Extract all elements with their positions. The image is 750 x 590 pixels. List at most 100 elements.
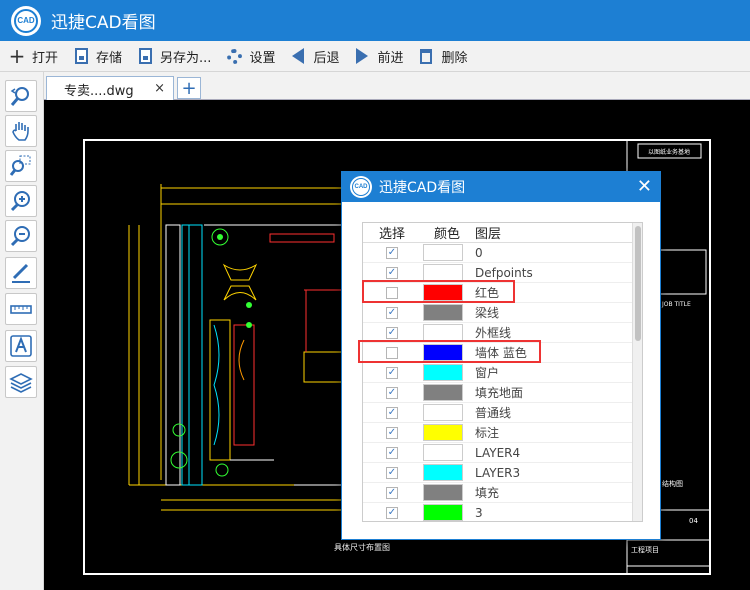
layer-color-swatch[interactable] — [423, 484, 463, 501]
layer-checkbox-cell: ✓ — [363, 266, 421, 279]
zoom-out-tool[interactable] — [5, 220, 37, 252]
checked-checkbox[interactable]: ✓ — [386, 486, 398, 499]
layer-color-cell — [421, 384, 471, 401]
dialog-logo-text: CAD — [352, 178, 370, 196]
main-toolbar: + 打开 存储 另存为... 设置 后退 前进 删除 — [0, 41, 750, 72]
layer-row[interactable]: ✓ 填充 — [363, 483, 642, 503]
measure-icon — [10, 305, 32, 314]
layer-color-swatch[interactable] — [423, 244, 463, 261]
layer-name: 红色 — [475, 286, 500, 300]
block-title-1: 结构图 — [662, 479, 683, 488]
layers-icon — [9, 373, 33, 393]
layers-tool[interactable] — [5, 366, 37, 398]
checked-checkbox[interactable]: ✓ — [386, 506, 398, 519]
layer-color-swatch[interactable] — [423, 444, 463, 461]
checked-checkbox[interactable]: ✓ — [386, 426, 398, 439]
layer-color-swatch[interactable] — [423, 464, 463, 481]
app-logo-text: CAD — [14, 8, 38, 33]
unchecked-checkbox[interactable] — [386, 346, 398, 359]
pen-tool[interactable] — [5, 257, 37, 289]
layer-row[interactable]: ✓ 外框线 — [363, 323, 642, 343]
layer-color-cell — [421, 324, 471, 341]
checked-checkbox[interactable]: ✓ — [386, 306, 398, 319]
layer-name: 普通线 — [475, 406, 512, 420]
layer-name: 标注 — [475, 426, 500, 440]
layer-name: Defpoints — [475, 265, 533, 280]
layer-row[interactable]: ✓ 填充地面 — [363, 383, 642, 403]
open-button[interactable]: + 打开 — [8, 44, 58, 68]
zoom-window-icon — [9, 155, 31, 176]
text-tool[interactable] — [5, 330, 37, 362]
layer-checkbox-cell: ✓ — [363, 386, 421, 399]
save-as-label: 另存为... — [160, 50, 212, 66]
checked-checkbox[interactable]: ✓ — [386, 266, 398, 279]
layer-color-cell — [421, 484, 471, 501]
rotate-zoom-tool[interactable] — [5, 80, 37, 112]
add-tab-button[interactable]: + — [177, 77, 201, 99]
checked-checkbox[interactable]: ✓ — [386, 246, 398, 259]
layer-color-swatch[interactable] — [423, 264, 463, 281]
layer-row[interactable]: ✓ 3 — [363, 503, 642, 521]
plus-icon: + — [8, 44, 26, 68]
layer-color-swatch[interactable] — [423, 384, 463, 401]
layer-checkbox-cell — [363, 286, 421, 299]
checked-checkbox[interactable]: ✓ — [386, 386, 398, 399]
save-button[interactable]: 存储 — [72, 44, 122, 68]
drawing-caption: 具体尺寸布置图 — [334, 542, 390, 552]
zoom-in-tool[interactable] — [5, 185, 37, 217]
zoom-out-icon — [10, 226, 30, 247]
rotate-zoom-icon — [10, 87, 29, 106]
tab-strip: 专卖....dwg × + — [44, 72, 750, 101]
checked-checkbox[interactable]: ✓ — [386, 326, 398, 339]
layer-row[interactable]: ✓ 梁线 — [363, 303, 642, 323]
settings-button[interactable]: 设置 — [225, 44, 275, 68]
layer-color-swatch[interactable] — [423, 324, 463, 341]
layer-checkbox-cell: ✓ — [363, 366, 421, 379]
checked-checkbox[interactable]: ✓ — [386, 466, 398, 479]
layer-color-swatch[interactable] — [423, 364, 463, 381]
checked-checkbox[interactable]: ✓ — [386, 446, 398, 459]
layer-color-swatch[interactable] — [423, 304, 463, 321]
layer-color-swatch[interactable] — [423, 424, 463, 441]
layer-row[interactable]: 红色 — [363, 283, 642, 303]
measure-tool[interactable] — [5, 293, 37, 325]
layer-name: 墙体 蓝色 — [475, 346, 527, 360]
layer-row[interactable]: ✓ LAYER3 — [363, 463, 642, 483]
layer-color-cell — [421, 404, 471, 421]
checked-checkbox[interactable]: ✓ — [386, 406, 398, 419]
unchecked-checkbox[interactable] — [386, 286, 398, 299]
layer-row[interactable]: 墙体 蓝色 — [363, 343, 642, 363]
layer-row[interactable]: ✓ 0 — [363, 243, 642, 263]
dialog-title: 迅捷CAD看图 — [379, 180, 466, 196]
layer-row[interactable]: ✓ 标注 — [363, 423, 642, 443]
forward-label: 前进 — [377, 50, 404, 66]
layer-table: 选择 颜色 图层 ✓ 0 ✓ Defpoints 红色 ✓ 梁线 ✓ 外框线 墙体 蓝色 ✓ 窗户 ✓ 填… — [362, 222, 643, 522]
layer-color-swatch[interactable] — [423, 344, 463, 361]
delete-button[interactable]: 删除 — [417, 44, 468, 68]
save-as-button[interactable]: 另存为... — [136, 44, 211, 68]
layer-checkbox-cell: ✓ — [363, 506, 421, 519]
checked-checkbox[interactable]: ✓ — [386, 366, 398, 379]
layer-row[interactable]: ✓ LAYER4 — [363, 443, 642, 463]
close-icon[interactable]: ✕ — [637, 176, 652, 197]
file-tab[interactable]: 专卖....dwg × — [46, 76, 174, 101]
layer-name: 0 — [475, 245, 483, 260]
layer-name: 填充 — [475, 486, 500, 500]
trash-icon — [417, 47, 435, 65]
app-title: 迅捷CAD看图 — [51, 13, 156, 33]
open-label: 打开 — [32, 50, 59, 66]
layer-row[interactable]: ✓ 窗户 — [363, 363, 642, 383]
back-button[interactable]: 后退 — [289, 44, 339, 68]
layer-name: 梁线 — [475, 306, 500, 320]
layer-color-swatch[interactable] — [423, 284, 463, 301]
pan-tool[interactable] — [5, 115, 37, 147]
zoom-window-tool[interactable] — [5, 150, 37, 182]
close-tab-icon[interactable]: × — [154, 81, 165, 96]
layer-scrollbar[interactable] — [632, 223, 642, 521]
scrollbar-thumb[interactable] — [635, 226, 641, 341]
layer-color-swatch[interactable] — [423, 404, 463, 421]
layer-row[interactable]: ✓ Defpoints — [363, 263, 642, 283]
layer-row[interactable]: ✓ 普通线 — [363, 403, 642, 423]
layer-color-swatch[interactable] — [423, 504, 463, 521]
forward-button[interactable]: 前进 — [353, 44, 403, 68]
